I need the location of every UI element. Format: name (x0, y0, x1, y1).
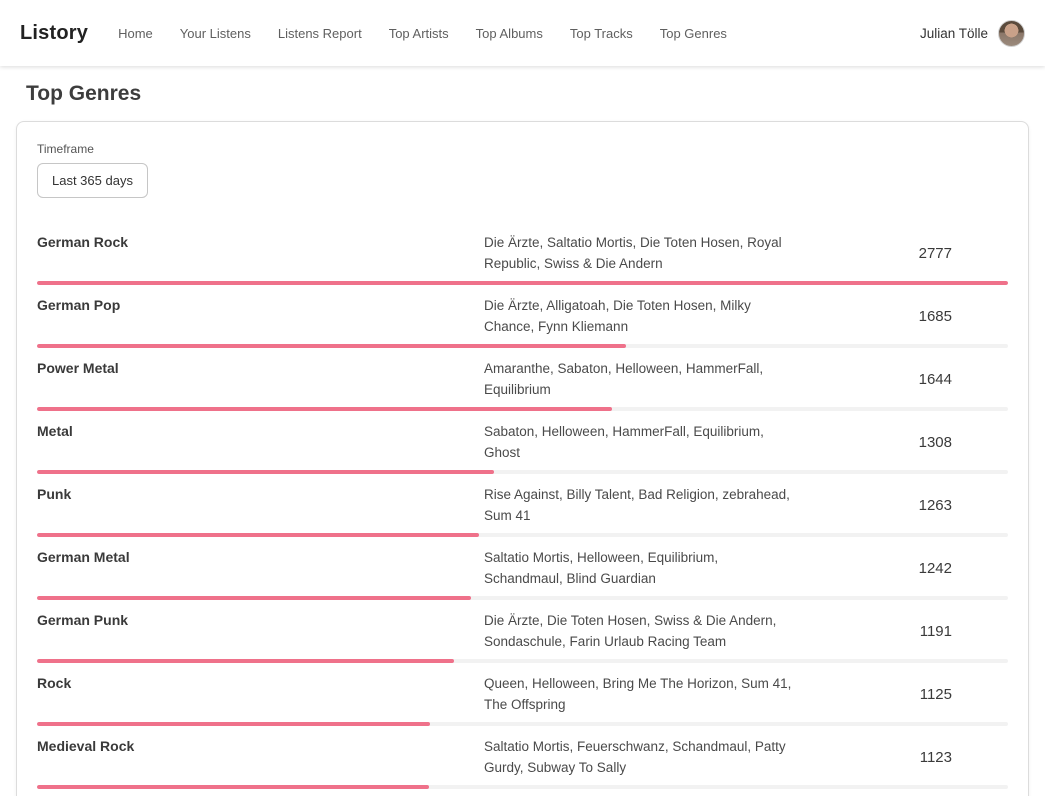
genre-name: Punk (37, 484, 484, 502)
genre-row: Metal Sabaton, Helloween, HammerFall, Eq… (37, 411, 1008, 474)
nav-item-home[interactable]: Home (118, 26, 153, 41)
genre-artists: Die Ärzte, Alligatoah, Die Toten Hosen, … (484, 295, 794, 337)
genre-count: 1644 (794, 371, 1008, 388)
genre-count: 1191 (794, 623, 1008, 640)
genre-name: Metal (37, 421, 484, 439)
genre-artists: Saltatio Mortis, Helloween, Equilibrium,… (484, 547, 794, 589)
genre-row-content: Rock Queen, Helloween, Bring Me The Hori… (37, 673, 1008, 715)
genre-count: 2777 (794, 245, 1008, 262)
user-avatar[interactable] (998, 20, 1025, 47)
genre-row: Rock Queen, Helloween, Bring Me The Hori… (37, 663, 1008, 726)
nav-item-top-albums[interactable]: Top Albums (476, 26, 543, 41)
top-genres-card: Timeframe Last 365 days German Rock Die … (16, 121, 1029, 796)
genre-row: Power Metal Amaranthe, Sabaton, Hellowee… (37, 348, 1008, 411)
nav-item-top-tracks[interactable]: Top Tracks (570, 26, 633, 41)
genre-row-content: Punk Rise Against, Billy Talent, Bad Rel… (37, 484, 1008, 526)
user-menu[interactable]: Julian Tölle (920, 20, 1025, 47)
genre-count: 1263 (794, 497, 1008, 514)
genre-row: Medieval Rock Saltatio Mortis, Feuerschw… (37, 726, 1008, 789)
genre-count: 1242 (794, 560, 1008, 577)
genre-name: Rock (37, 673, 484, 691)
genre-count: 1123 (794, 749, 1008, 766)
genre-row: Punk Rise Against, Billy Talent, Bad Rel… (37, 474, 1008, 537)
genre-count: 1308 (794, 434, 1008, 451)
genre-name: German Punk (37, 610, 484, 628)
genre-artists: Rise Against, Billy Talent, Bad Religion… (484, 484, 794, 526)
nav-item-your-listens[interactable]: Your Listens (180, 26, 251, 41)
genre-row-content: Medieval Rock Saltatio Mortis, Feuerschw… (37, 736, 1008, 778)
genre-name: Power Metal (37, 358, 484, 376)
genre-list: German Rock Die Ärzte, Saltatio Mortis, … (37, 222, 1008, 796)
genre-row-content: Power Metal Amaranthe, Sabaton, Hellowee… (37, 358, 1008, 400)
genre-name: Medieval Rock (37, 736, 484, 754)
genre-row-content: German Metal Saltatio Mortis, Helloween,… (37, 547, 1008, 589)
nav-item-top-genres[interactable]: Top Genres (660, 26, 727, 41)
genre-name: German Metal (37, 547, 484, 565)
genre-artists: Sabaton, Helloween, HammerFall, Equilibr… (484, 421, 794, 463)
genre-row: German Punk Die Ärzte, Die Toten Hosen, … (37, 600, 1008, 663)
nav-item-top-artists[interactable]: Top Artists (389, 26, 449, 41)
genre-artists: Queen, Helloween, Bring Me The Horizon, … (484, 673, 794, 715)
genre-artists: Saltatio Mortis, Feuerschwanz, Schandmau… (484, 736, 794, 778)
nav-item-listens-report[interactable]: Listens Report (278, 26, 362, 41)
timeframe-select-button[interactable]: Last 365 days (37, 163, 148, 198)
genre-count: 1685 (794, 308, 1008, 325)
genre-row: German Metal Saltatio Mortis, Helloween,… (37, 537, 1008, 600)
genre-artists: Die Ärzte, Saltatio Mortis, Die Toten Ho… (484, 232, 794, 274)
timeframe-label: Timeframe (37, 142, 1008, 156)
user-name[interactable]: Julian Tölle (920, 26, 988, 41)
genre-row: German Rock Die Ärzte, Saltatio Mortis, … (37, 222, 1008, 285)
genre-row: German Pop Die Ärzte, Alligatoah, Die To… (37, 285, 1008, 348)
genre-row-content: German Punk Die Ärzte, Die Toten Hosen, … (37, 610, 1008, 652)
top-navbar: Listory Home Your Listens Listens Report… (0, 0, 1045, 66)
genre-name: German Rock (37, 232, 484, 250)
nav-links: Home Your Listens Listens Report Top Art… (118, 26, 727, 41)
genre-count: 1125 (794, 686, 1008, 703)
genre-row-content: Metal Sabaton, Helloween, HammerFall, Eq… (37, 421, 1008, 463)
genre-artists: Amaranthe, Sabaton, Helloween, HammerFal… (484, 358, 794, 400)
genre-row-content: German Rock Die Ärzte, Saltatio Mortis, … (37, 232, 1008, 274)
page-title: Top Genres (26, 82, 1045, 106)
genre-row-content: German Pop Die Ärzte, Alligatoah, Die To… (37, 295, 1008, 337)
genre-row: Melodic Metal Unleash The Archers, Hello… (37, 789, 1008, 796)
genre-name: German Pop (37, 295, 484, 313)
brand-logo[interactable]: Listory (20, 22, 88, 45)
genre-artists: Die Ärzte, Die Toten Hosen, Swiss & Die … (484, 610, 794, 652)
